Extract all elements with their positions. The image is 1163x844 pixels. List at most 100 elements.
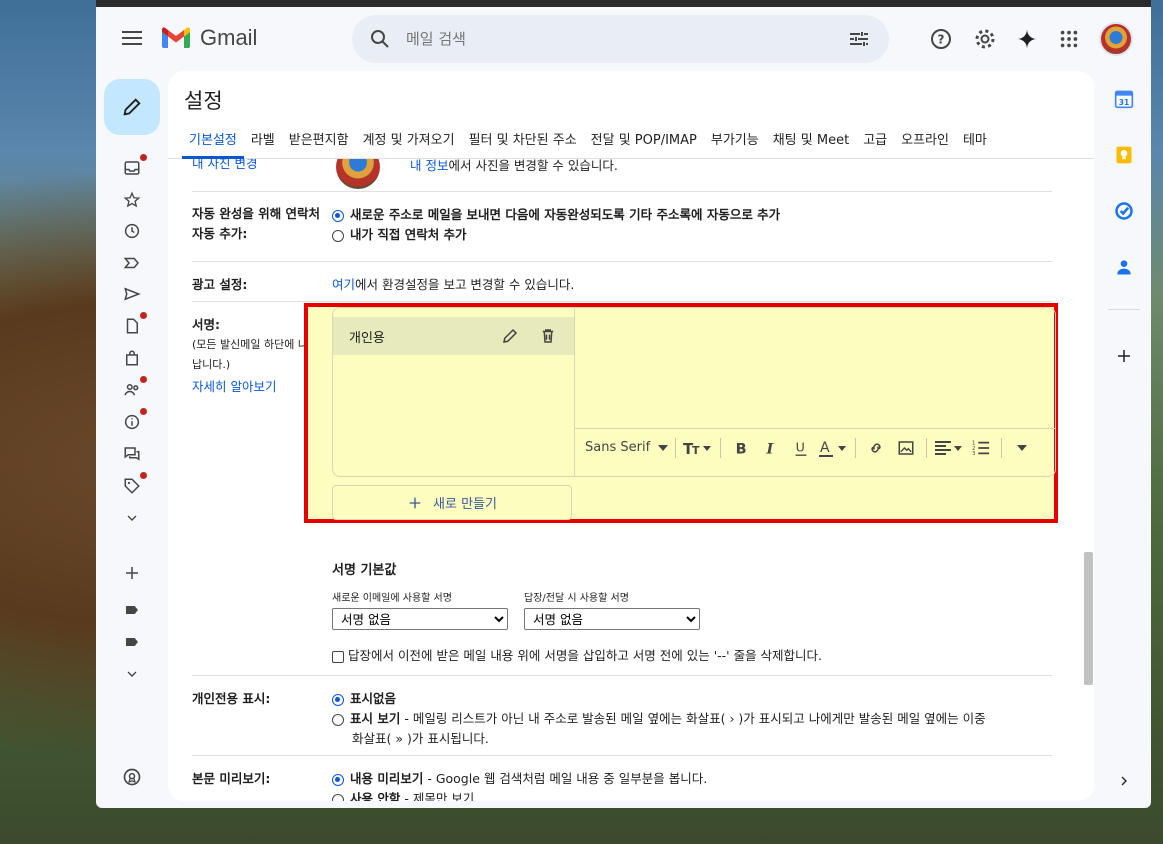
personal-indicator-row: 개인전용 표시: 표시없음 표시 보기 - 메일링 리스트가 아닌 내 주소로 … [192,675,1052,755]
search-options-icon[interactable] [847,27,871,51]
keep-icon[interactable] [1112,143,1136,167]
apps-grid-icon[interactable] [1056,26,1082,52]
radio-unselected[interactable] [332,713,344,726]
upgrade-badge-icon[interactable] [121,766,143,788]
personal-indicator-none-option[interactable]: 표시없음 [332,688,396,707]
insert-image-icon[interactable] [893,435,919,461]
more-chevron-down-icon[interactable] [121,507,143,529]
ads-here-link[interactable]: 여기 [332,277,355,292]
label-icon[interactable] [121,599,143,621]
radio-unselected[interactable] [332,793,344,801]
tab-filters[interactable]: 필터 및 차단된 주소 [462,126,584,159]
learn-more-link[interactable]: 자세히 알아보기 [192,376,276,395]
search-input[interactable] [406,30,826,48]
gmail-window: Gmail ? 설정 기본설정 라벨 받은편지함 [96,7,1151,808]
svg-text:U: U [796,439,805,454]
get-addons-plus-icon[interactable] [1112,344,1136,368]
ads-row: 광고 설정: 여기에서 환경설정을 보고 변경할 수 있습니다. [192,261,1052,301]
new-email-signature-label: 새로운 이메일에 사용할 서명 [332,593,452,604]
compose-button[interactable] [104,79,160,135]
svg-text:31: 31 [1119,98,1129,107]
gemini-sparkle-icon[interactable] [1014,26,1040,52]
edit-pencil-icon[interactable] [501,327,519,345]
align-icon[interactable] [934,435,964,461]
tab-forwarding[interactable]: 전달 및 POP/IMAP [584,126,704,159]
settings-gear-icon[interactable] [972,26,998,52]
gmail-logo[interactable]: Gmail [160,25,257,51]
ads-label: 광고 설정: [192,277,248,292]
search-bar[interactable] [352,15,889,63]
calendar-icon[interactable]: 31 [1112,87,1136,111]
sent-icon[interactable] [121,283,143,305]
settings-content: 내 사진 변경 내 정보에서 사진을 변경할 수 있습니다. 자동 완성을 위해… [168,159,1078,801]
page-title: 설정 [184,89,223,113]
search-icon[interactable] [368,27,392,51]
my-info-link[interactable]: 내 정보 [410,159,448,173]
text-color-icon[interactable]: A [818,435,848,461]
checkbox[interactable] [332,650,344,663]
expand-side-panel-chevron-icon[interactable] [1112,769,1136,793]
personal-indicator-label: 개인전용 표시: [192,691,271,706]
font-size-icon[interactable]: TT [683,435,713,461]
inbox-icon[interactable] [121,154,147,179]
create-new-signature-button[interactable]: 새로 만들기 [332,485,572,520]
reply-signature-select[interactable]: 서명 없음 [524,608,700,630]
signature-item[interactable]: 개인용 [333,317,574,355]
link-icon[interactable] [863,435,889,461]
svg-text:B: B [736,441,747,457]
important-icon[interactable] [121,252,143,274]
tab-advanced[interactable]: 고급 [856,126,894,159]
radio-selected[interactable] [332,209,344,222]
labels-more-chevron-down-icon[interactable] [121,663,143,685]
font-family-select[interactable]: Sans Serif [585,435,669,461]
tab-chat-meet[interactable]: 채팅 및 Meet [766,126,856,159]
signature-label: 서명: [192,317,220,332]
autocomplete-option-auto[interactable]: 새로운 주소로 메일을 보내면 다음에 자동완성되도록 기타 주소록에 자동으로… [332,204,780,223]
updates-icon[interactable] [121,408,147,433]
tab-themes[interactable]: 테마 [956,126,994,159]
radio-selected[interactable] [332,693,344,706]
promotions-icon[interactable] [121,472,147,497]
change-picture-link[interactable]: 내 사진 변경 [192,159,257,172]
tab-general[interactable]: 기본설정 [182,126,244,159]
starred-icon[interactable] [121,189,143,211]
reply-signature-label: 답장/전달 시 사용할 서명 [524,593,629,604]
tab-offline[interactable]: 오프라인 [894,126,956,159]
autocomplete-option-manual[interactable]: 내가 직접 연락처 추가 [332,224,467,243]
signature-defaults-title: 서명 기본값 [332,563,397,578]
profile-picture [336,159,380,189]
more-formatting-chevron-icon[interactable] [1009,435,1035,461]
ads-text: 여기에서 환경설정을 보고 변경할 수 있습니다. [332,277,575,292]
tasks-icon[interactable] [1112,199,1136,223]
new-email-signature-select[interactable]: 서명 없음 [332,608,508,630]
social-icon[interactable] [121,376,147,401]
preview-label: 본문 미리보기: [192,771,271,786]
tab-inbox[interactable]: 받은편지함 [282,126,356,159]
italic-icon[interactable]: I [758,435,784,461]
forums-icon[interactable] [121,443,143,465]
delete-trash-icon[interactable] [539,327,557,345]
contacts-icon[interactable] [1112,255,1136,279]
preview-off-option[interactable]: 사용 안함 - 제목만 보기 [332,788,474,801]
tab-labels[interactable]: 라벨 [244,126,282,159]
main-menu-icon[interactable] [120,27,144,51]
purchases-icon[interactable] [121,347,143,369]
numbered-list-icon[interactable]: 123 [968,435,994,461]
drafts-icon[interactable] [121,312,147,337]
account-avatar[interactable] [1099,22,1133,56]
create-label-plus-icon[interactable] [121,562,143,584]
tab-addons[interactable]: 부가기능 [704,126,766,159]
label-icon[interactable] [121,631,143,653]
settings-scrollbar[interactable] [1084,552,1093,685]
preview-row: 본문 미리보기: 내용 미리보기 - Google 웹 검색처럼 메일 내용 중… [192,755,1052,801]
personal-indicator-show-option[interactable]: 표시 보기 - 메일링 리스트가 아닌 내 주소로 발송된 메일 옆에는 화살표… [332,708,986,727]
preview-on-option[interactable]: 내용 미리보기 - Google 웹 검색처럼 메일 내용 중 일부분을 봅니다… [332,768,707,787]
underline-icon[interactable]: U [788,435,814,461]
radio-selected[interactable] [332,773,344,786]
tab-accounts[interactable]: 계정 및 가져오기 [356,126,462,159]
insert-signature-option[interactable]: 답장에서 이전에 받은 메일 내용 위에 서명을 삽입하고 서명 전에 있는 '… [332,645,822,664]
radio-unselected[interactable] [332,229,344,242]
bold-icon[interactable]: B [728,435,754,461]
snoozed-icon[interactable] [121,220,143,242]
help-icon[interactable]: ? [928,26,954,52]
